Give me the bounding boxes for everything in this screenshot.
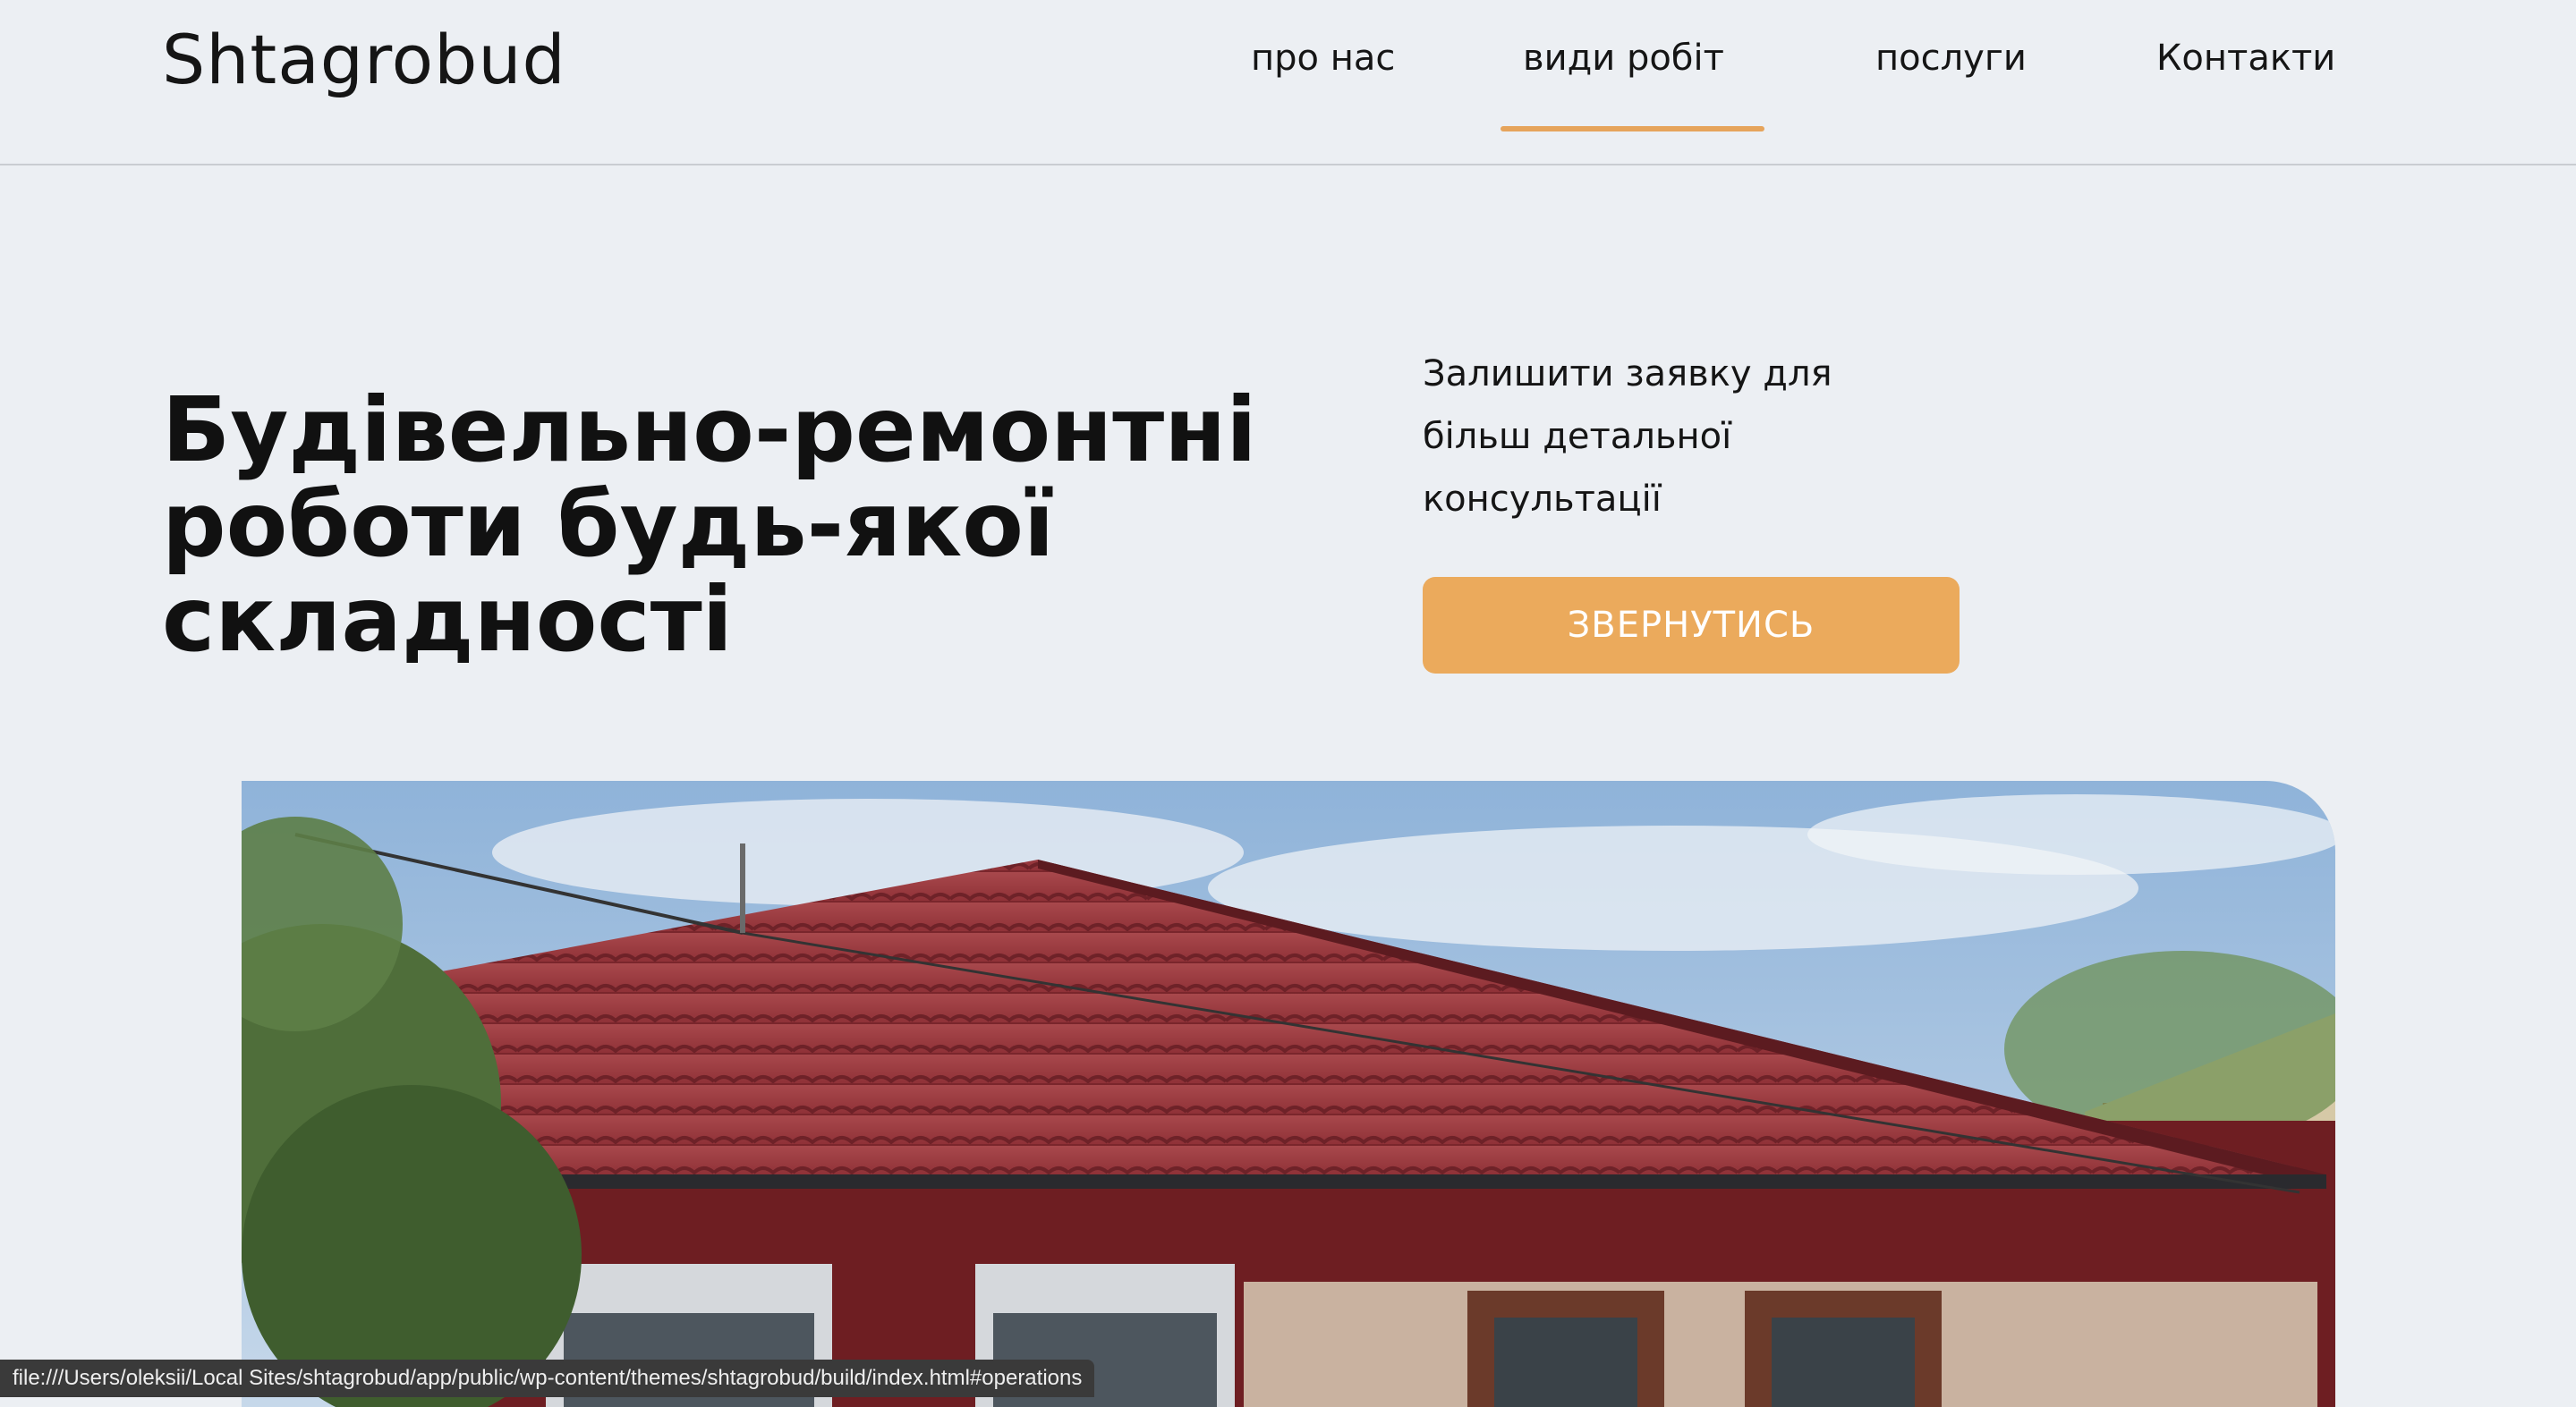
nav-item-work-types[interactable]: види робіт <box>1523 38 1724 79</box>
nav-active-indicator <box>1501 126 1764 131</box>
hero-house-image <box>242 781 2335 1407</box>
hero-subtitle: Залишити заявку для більш детальної конс… <box>1423 353 1832 520</box>
site-header: Shtagrobud про нас види робіт послуги Ко… <box>0 0 2576 165</box>
nav-item-services[interactable]: послуги <box>1875 38 2027 79</box>
nav-item-contacts[interactable]: Контакти <box>2156 38 2335 79</box>
site-logo[interactable]: Shtagrobud <box>162 20 566 99</box>
nav-item-about[interactable]: про нас <box>1251 38 1395 79</box>
contact-cta-button[interactable]: ЗВЕРНУТИСЬ <box>1423 577 1960 674</box>
browser-status-bar: file:///Users/oleksii/Local Sites/shtagr… <box>0 1360 1095 1397</box>
hero-title: Будівельно-ремонтні роботи будь-якої скл… <box>162 377 1257 672</box>
